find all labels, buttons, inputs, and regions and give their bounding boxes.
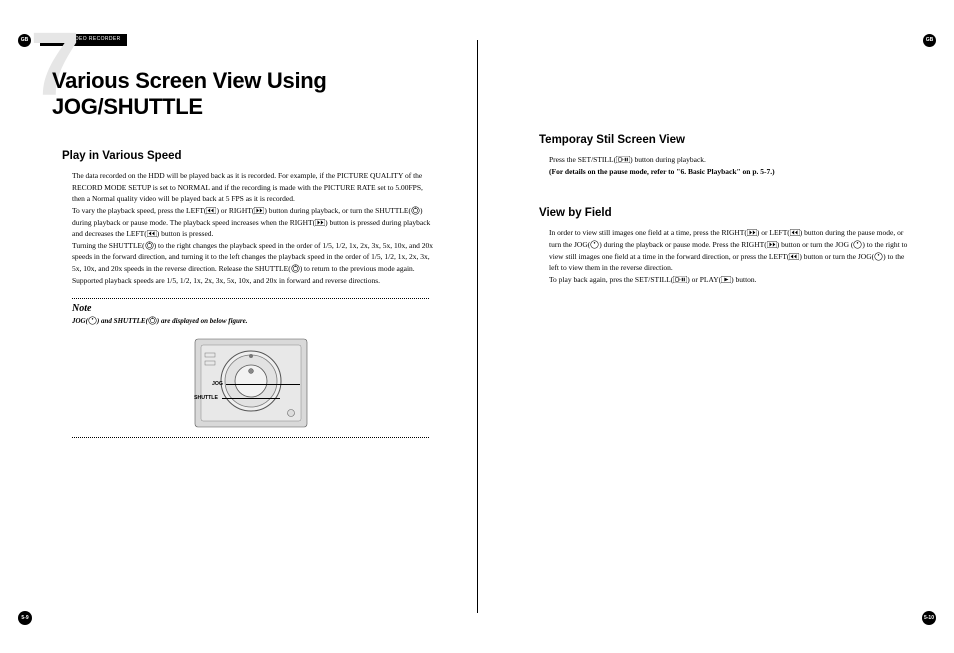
page-spread: 7 Various Screen View Using JOG/SHUTTLE …: [0, 0, 954, 653]
sec2-k: ) button.: [731, 275, 756, 284]
para3-a: Turning the SHUTTLE(: [72, 241, 145, 250]
figure-label-jog: JOG: [212, 381, 223, 387]
note-text: JOG( ) and SHUTTLE( ) are displayed on bel…: [72, 316, 429, 325]
chapter-title: Various Screen View Using JOG/SHUTTLE: [52, 68, 439, 120]
fast-forward-icon: [254, 207, 264, 214]
figure-leader-shuttle: [222, 398, 280, 399]
dotted-rule-bottom: [72, 437, 429, 438]
right-column: Temporay Stil Screen View Press the SET/…: [477, 30, 954, 633]
dotted-rule-top: [72, 298, 429, 299]
note-title: Note: [72, 303, 429, 314]
rewind-icon: [789, 253, 799, 260]
jog-shuttle-figure: JOG SHUTTLE: [72, 333, 429, 433]
set-still-icon: [673, 276, 687, 283]
section-play-speed-title: Play in Various Speed: [62, 150, 439, 162]
jog-icon: [88, 316, 97, 325]
shuttle-icon: [145, 241, 154, 250]
sec2-e: ) button or turn the JOG (: [777, 240, 854, 249]
sec2-i: To play back again, pres the SET/STILL(: [549, 275, 673, 284]
para2-f: ) button is pressed.: [157, 229, 214, 238]
device-illustration: [191, 333, 311, 433]
jog-icon: [874, 252, 883, 261]
fast-forward-icon: [747, 229, 757, 236]
fast-forward-icon: [315, 219, 325, 226]
rewind-icon: [790, 229, 800, 236]
sec2-b: ) or LEFT(: [757, 228, 790, 237]
sec2-j: ) or PLAY(: [687, 275, 721, 284]
note-block: Note JOG( ) and SHUTTLE( ) are displayed o…: [72, 298, 429, 438]
shuttle-icon: [148, 316, 157, 325]
figure-label-shuttle: SHUTTLE: [194, 395, 218, 401]
section-field-title: View by Field: [539, 207, 916, 219]
play-speed-para2: To vary the playback speed, press the LE…: [72, 205, 435, 240]
sec1-b: ) button during playback.: [630, 155, 706, 164]
field-para1: In order to view still images one field …: [549, 227, 912, 274]
note-b: ) and SHUTTLE(: [97, 317, 148, 325]
still-bold-note: (For details on the pause mode, refer to…: [549, 166, 912, 178]
figure-leader-jog: [226, 384, 300, 385]
para2-c: ) button during playback, or turn the SH…: [264, 206, 411, 215]
still-para: Press the SET/STILL( ) button during play…: [549, 154, 912, 166]
note-c: ) are displayed on below figure.: [157, 317, 248, 325]
field-para2: To play back again, pres the SET/STILL()…: [549, 274, 912, 286]
shuttle-icon: [411, 206, 420, 215]
fast-forward-icon: [767, 241, 777, 248]
para2-b: ) or RIGHT(: [216, 206, 254, 215]
shuttle-icon: [291, 264, 300, 273]
play-icon: [721, 276, 731, 283]
play-speed-para1: The data recorded on the HDD will be pla…: [72, 170, 435, 205]
chapter-title-block: 7 Various Screen View Using JOG/SHUTTLE: [52, 68, 439, 120]
note-a: JOG(: [72, 317, 88, 325]
sec2-a: In order to view still images one field …: [549, 228, 747, 237]
rewind-icon: [206, 207, 216, 214]
section-still-title: Temporay Stil Screen View: [539, 134, 916, 146]
set-still-icon: [616, 156, 630, 163]
para2-a: To vary the playback speed, press the LE…: [72, 206, 206, 215]
jog-icon: [590, 240, 599, 249]
sec2-g: ) button or turn the JOG(: [799, 252, 874, 261]
sec1-a: Press the SET/STILL(: [549, 155, 616, 164]
left-column: 7 Various Screen View Using JOG/SHUTTLE …: [0, 30, 477, 633]
rewind-icon: [147, 230, 157, 237]
play-speed-para3: Turning the SHUTTLE() to the right chang…: [72, 240, 435, 287]
sec2-d: ) during the playback or pause mode. Pre…: [599, 240, 766, 249]
